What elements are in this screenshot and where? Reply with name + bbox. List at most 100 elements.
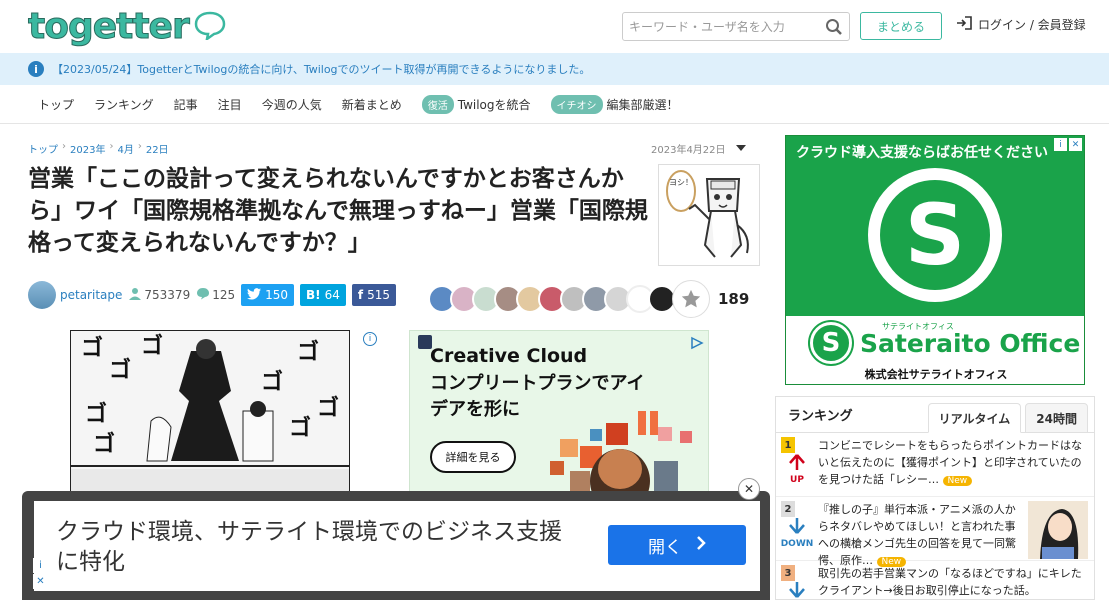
login-link[interactable]: ログイン / 会員登録 (956, 16, 1086, 33)
breadcrumb-sep: › (62, 141, 66, 152)
matomeru-button[interactable]: まとめる (860, 12, 942, 40)
togetter-logo[interactable]: togetter (28, 6, 227, 48)
twitter-count: 150 (265, 288, 289, 302)
ranking-item[interactable]: 2 DOWN 『推しの子』単行本派・アニメ派の人からネタバレやめてほしい！と言わ… (776, 497, 1094, 567)
rank-side: 2 DOWN (776, 501, 818, 556)
dropdown-caret-icon[interactable] (735, 143, 746, 154)
ad-close-icon[interactable]: ✕ (1069, 138, 1082, 151)
ranking-item-text[interactable]: コンビニでレシートをもらったらポイントカードはないと伝えたのに【獲得ポイント】と… (818, 437, 1094, 492)
sateraito-company: 株式会社サテライトオフィス (864, 368, 1008, 381)
sateraito-brand-kana: サテライトオフィス (882, 322, 954, 331)
ad-info-icon[interactable]: i (363, 332, 377, 346)
nav-item-editor-pick[interactable]: イチオシ 編集部厳選！ (550, 95, 679, 114)
rank-side: 1 UP (776, 437, 818, 492)
breadcrumb-year[interactable]: 2023年 (70, 141, 105, 156)
author-avatar[interactable] (28, 281, 56, 309)
article-meta: petaritape 753379 125 150 B! 64 f 515 18… (28, 280, 758, 318)
comments-stat[interactable]: 125 (196, 287, 235, 303)
rank-number: 2 (781, 501, 795, 517)
notice-bar[interactable]: i 【2023/05/24】TogetterとTwilogの統合に向け、Twil… (0, 53, 1109, 85)
sateraito-headline: クラウド導入支援ならばお任せください (796, 145, 1048, 161)
header: togetter まとめる ログイン / 会員登録 (0, 0, 1109, 52)
pickup-badge: イチオシ (550, 95, 603, 114)
banner-content[interactable]: クラウド環境、サテライト環境でのビジネス支援に特化 開く (34, 501, 760, 591)
chevron-right-icon (696, 535, 706, 556)
rank-number: 3 (781, 565, 795, 581)
star-icon (681, 289, 701, 308)
creative-cloud-ad[interactable]: Creative Cloud コンプリートプランでアイデアを形に 詳細を見る (409, 330, 709, 505)
search-icon[interactable] (825, 18, 843, 40)
svg-text:ゴ: ゴ (317, 395, 339, 421)
search-input[interactable] (629, 19, 819, 34)
arrow-down-icon (788, 517, 806, 539)
login-icon (956, 16, 972, 33)
facebook-count: 515 (367, 288, 391, 302)
nav-item-twilog[interactable]: 復活 Twilogを統合 (421, 95, 531, 114)
revival-badge: 復活 (421, 95, 454, 114)
ranking-item[interactable]: 3 取引先の若手営業マンの「なるほどですね」にキレたクライアント→後日お取引停止… (776, 561, 1094, 599)
sateraito-emblem: S (868, 168, 1002, 302)
arrow-up-icon (788, 453, 806, 475)
svg-text:ゴ: ゴ (141, 333, 163, 359)
hatena-icon: B! (306, 288, 321, 302)
bottom-ad-banner: クラウド環境、サテライト環境でのビジネス支援に特化 開く (22, 491, 770, 600)
svg-text:ゴ: ゴ (261, 369, 283, 395)
banner-close-button[interactable]: ✕ (738, 478, 760, 500)
nav-item-weekly[interactable]: 今週の人気 (262, 96, 322, 113)
nav-item-top[interactable]: トップ (38, 96, 74, 113)
svg-text:ゴ: ゴ (81, 335, 103, 361)
svg-text:ゴ: ゴ (93, 431, 115, 457)
author-name[interactable]: petaritape (60, 288, 122, 302)
sateraito-ad[interactable]: クラウド導入支援ならばお任せください S S Sateraito Office … (785, 135, 1085, 385)
ad-info-icon[interactable]: i (33, 558, 48, 573)
favorite-star-button[interactable] (672, 280, 710, 318)
notice-text[interactable]: 【2023/05/24】TogetterとTwilogの統合に向け、Twilog… (52, 61, 590, 77)
thumb-caption: ヨシ！ (669, 178, 693, 187)
twitter-icon (247, 287, 262, 303)
article-title: 営業「ここの設計って変えられないんですかとお客さんから」ワイ「国際規格準拠なんで… (28, 166, 648, 256)
breadcrumb-top[interactable]: トップ (28, 141, 58, 156)
cc-ad-graphic (418, 335, 692, 504)
ranking-item-text[interactable]: 取引先の若手営業マンの「なるほどですね」にキレたクライアント→後日お取引停止にな… (818, 565, 1094, 599)
date-text: 2023年4月22日 (651, 145, 726, 156)
logo-text: togetter (28, 6, 191, 48)
sateraito-mini-emblem: S (810, 322, 852, 364)
rank-number: 1 (781, 437, 795, 453)
twitter-share-button[interactable]: 150 (241, 284, 295, 306)
hatena-share-button[interactable]: B! 64 (300, 284, 346, 306)
search-box[interactable] (622, 12, 850, 41)
rank-side: 3 (776, 565, 818, 599)
ranking-item-thumbnail[interactable] (1028, 501, 1088, 559)
ranking-title: ランキング (788, 409, 853, 424)
banner-open-button[interactable]: 開く (608, 525, 746, 565)
ranking-item-title: 取引先の若手営業マンの「なるほどですね」にキレたクライアント→後日お取引停止にな… (818, 567, 1082, 597)
main-nav: トップ ランキング 記事 注目 今週の人気 新着まとめ 復活 Twilogを統合… (0, 86, 1109, 124)
nav-item-new[interactable]: 新着まとめ (342, 96, 402, 113)
nav-item-articles[interactable]: 記事 (174, 96, 198, 113)
banner-ad-controls: i ✕ (33, 558, 48, 589)
speech-bubble-icon (193, 10, 227, 44)
nav-item-ranking[interactable]: ランキング (94, 96, 154, 113)
nav-twilog-label: Twilogを統合 (457, 98, 531, 112)
breadcrumb: トップ › 2023年 › 4月 › 22日 (28, 141, 169, 156)
tab-24h[interactable]: 24時間 (1025, 403, 1088, 433)
sateraito-ad-top: クラウド導入支援ならばお任せください S (786, 136, 1084, 316)
nav-editor-label: 編集部厳選！ (606, 98, 679, 112)
ad-close-icon[interactable]: ✕ (33, 574, 48, 589)
breadcrumb-day[interactable]: 22日 (146, 141, 169, 156)
ranking-header: ランキング リアルタイム 24時間 (776, 397, 1094, 433)
svg-text:ゴ: ゴ (85, 401, 107, 427)
ad-info-icon[interactable]: i (1054, 138, 1067, 151)
breadcrumb-month[interactable]: 4月 (117, 141, 133, 156)
ranking-item-text[interactable]: 『推しの子』単行本派・アニメ派の人からネタバレやめてほしい！と言われた事への横槍… (818, 501, 1028, 567)
facebook-share-button[interactable]: f 515 (351, 284, 397, 306)
sateraito-brand: Sateraito Office (860, 328, 1081, 358)
comments-count: 125 (212, 288, 236, 302)
nav-item-featured[interactable]: 注目 (218, 96, 242, 113)
new-badge: New (942, 476, 973, 486)
banner-open-label: 開く (648, 537, 682, 558)
tab-realtime[interactable]: リアルタイム (927, 403, 1022, 433)
ranking-item[interactable]: 1 UP コンビニでレシートをもらったらポイントカードはないと伝えたのに【獲得ポ… (776, 433, 1094, 497)
breadcrumb-sep: › (109, 141, 114, 152)
article-thumbnail[interactable]: ヨシ！ (658, 164, 760, 266)
